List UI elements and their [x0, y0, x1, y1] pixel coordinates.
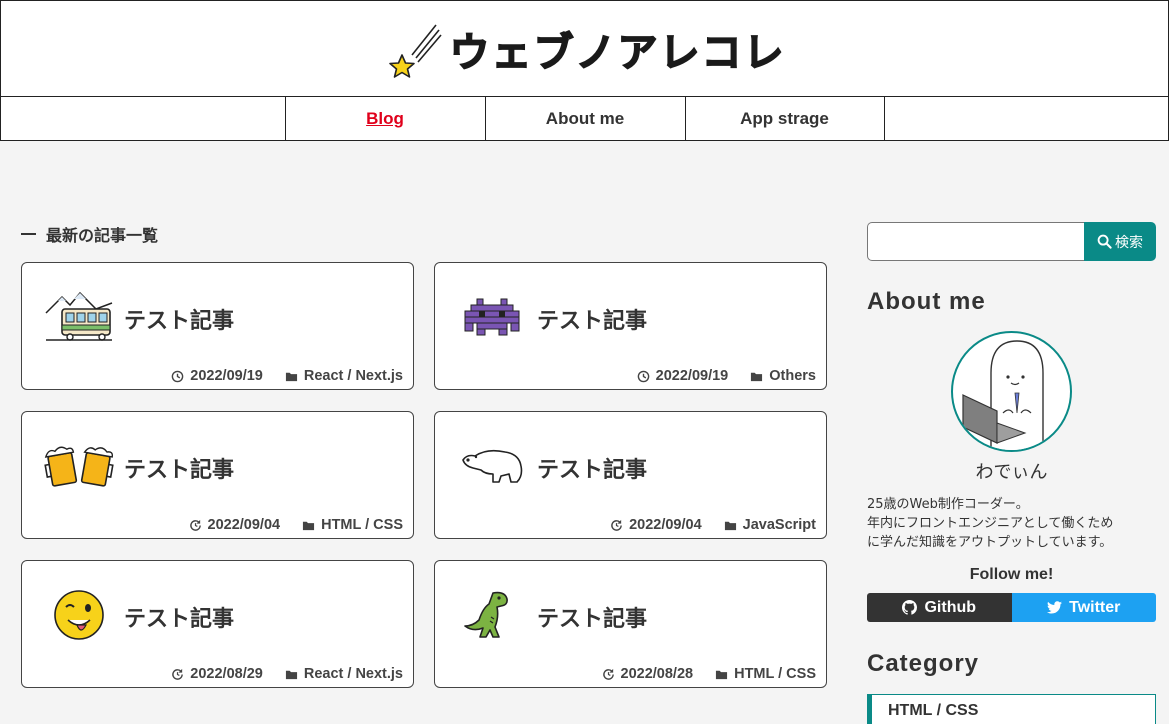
dinosaur-icon: [464, 591, 508, 638]
article-title: テスト記事: [124, 607, 235, 632]
site-title: ウェブノアレコレ: [449, 29, 786, 77]
folder-icon: [716, 670, 728, 679]
twitter-label: Twitter: [1069, 598, 1121, 616]
avatar-illustration: [962, 340, 1070, 450]
bio-line: 25歳のWeb制作コーダー。: [867, 497, 1029, 512]
shooting-star-icon: [388, 24, 442, 78]
site-header: ウェブノアレコレ: [0, 0, 1169, 97]
article-title: テスト記事: [537, 309, 648, 334]
folder-icon: [285, 372, 297, 381]
clock-icon: [637, 370, 649, 382]
article-card[interactable]: テスト記事 2022/09/04 HTML / CSS: [21, 411, 414, 539]
update-icon: [172, 668, 184, 680]
search-box: 検索: [867, 222, 1156, 261]
polar-bear-icon: [462, 449, 523, 483]
article-title: テスト記事: [124, 458, 235, 483]
article-title: テスト記事: [537, 607, 648, 632]
follow-label: Follow me!: [969, 566, 1054, 583]
beer-mugs-icon: [44, 446, 114, 487]
folder-icon: [751, 372, 763, 381]
article-card[interactable]: テスト記事 2022/09/04 JavaScript: [434, 411, 827, 539]
nav-item-app-strage[interactable]: App strage: [684, 97, 885, 140]
space-invader-icon: [464, 298, 520, 336]
twitter-icon: [1047, 601, 1063, 614]
article-meta: 2022/09/04 HTML / CSS: [189, 517, 403, 533]
article-meta: 2022/09/19 Others: [637, 368, 816, 384]
profile-name: わでぃん: [975, 462, 1048, 483]
folder-icon: [285, 670, 297, 679]
article-meta: 2022/09/19 React / Next.js: [171, 368, 403, 384]
article-card[interactable]: テスト記事 2022/08/28 HTML / CSS: [434, 560, 827, 688]
update-icon: [611, 519, 622, 531]
search-icon: [1097, 234, 1112, 249]
article-card[interactable]: テスト記事 2022/09/19 Others: [434, 262, 827, 390]
update-icon: [189, 519, 201, 531]
github-icon: [902, 600, 918, 615]
bio-line: に学んだ知識をアウトプットしています。: [867, 535, 1113, 550]
bio-line: 年内にフロントエンジニアとして働くため: [867, 516, 1114, 531]
article-card[interactable]: テスト記事 2022/08/29 React / Next.js: [21, 560, 414, 688]
article-date: 2022/09/04: [629, 517, 702, 533]
site-logo[interactable]: ウェブノアレコレ: [384, 14, 786, 84]
article-meta: 2022/09/04 JavaScript: [610, 517, 816, 533]
twitter-button[interactable]: Twitter: [1011, 593, 1156, 622]
article-meta: 2022/08/28 HTML / CSS: [602, 666, 816, 682]
article-title: テスト記事: [537, 458, 648, 483]
github-label: Github: [924, 598, 977, 616]
section-title: 最新の記事一覧: [21, 222, 158, 246]
article-category-link[interactable]: Others: [769, 368, 816, 384]
folder-icon: [303, 521, 315, 530]
update-icon: [602, 668, 614, 680]
about-me-heading: About me: [867, 288, 986, 315]
article-category-link[interactable]: HTML / CSS: [321, 517, 403, 533]
folder-icon: [724, 521, 736, 530]
category-item-html-css[interactable]: HTML / CSS: [867, 694, 1156, 724]
clock-icon: [171, 370, 184, 382]
article-date: 2022/09/19: [190, 368, 263, 384]
section-title-text: 最新の記事一覧: [46, 226, 159, 245]
article-date: 2022/09/19: [655, 368, 729, 384]
article-date: 2022/08/28: [620, 666, 694, 682]
nav-item-about-me[interactable]: About me: [484, 97, 685, 140]
article-date: 2022/08/29: [190, 666, 263, 682]
article-category-link[interactable]: React / Next.js: [304, 666, 403, 682]
search-button[interactable]: 検索: [1084, 222, 1156, 261]
article-date: 2022/09/04: [207, 517, 281, 533]
train-icon: [45, 291, 113, 341]
search-input[interactable]: [867, 222, 1084, 261]
article-title: テスト記事: [124, 309, 235, 334]
nav-item-blog[interactable]: Blog: [284, 97, 485, 140]
heading-dash: [21, 233, 36, 235]
profile-bio: 25歳のWeb制作コーダー。 年内にフロントエンジニアとして働くため に学んだ知…: [867, 495, 1167, 552]
winking-face-icon: [54, 590, 104, 640]
search-button-label: 検索: [1115, 234, 1143, 251]
avatar: [951, 331, 1072, 452]
article-meta: 2022/08/29 React / Next.js: [171, 666, 403, 682]
article-category-link[interactable]: HTML / CSS: [734, 666, 816, 682]
article-card[interactable]: テスト記事 2022/09/19 React / Next.js: [21, 262, 414, 390]
article-category-link[interactable]: React / Next.js: [304, 368, 403, 384]
github-button[interactable]: Github: [867, 593, 1012, 622]
article-category-link[interactable]: JavaScript: [743, 517, 816, 533]
category-heading: Category: [867, 650, 980, 677]
main-nav: Blog About me App strage: [0, 96, 1169, 141]
social-buttons: Github Twitter: [867, 593, 1156, 622]
